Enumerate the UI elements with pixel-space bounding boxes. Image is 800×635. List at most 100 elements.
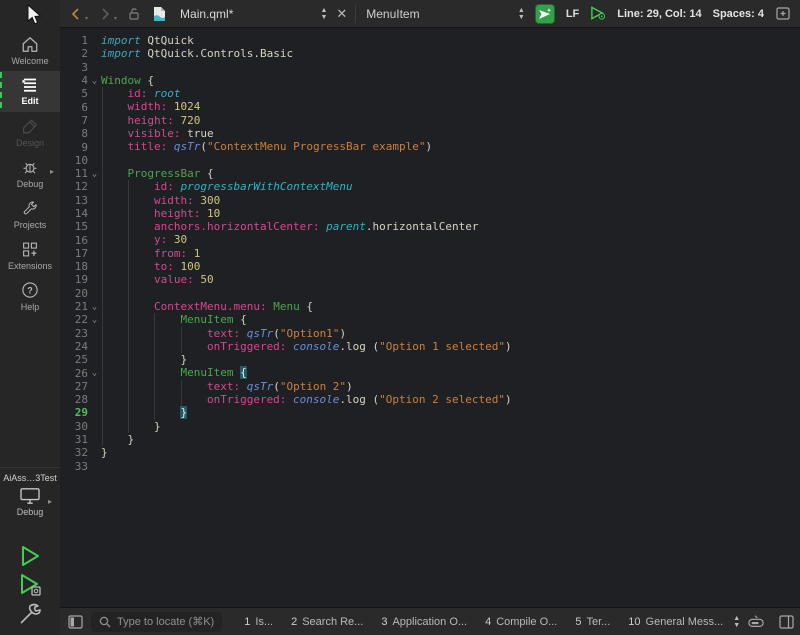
code-line[interactable] bbox=[101, 460, 800, 473]
code-line[interactable]: height: 10 bbox=[101, 207, 800, 220]
line-ending-indicator[interactable]: LF bbox=[566, 8, 579, 20]
code-line[interactable]: } bbox=[101, 433, 800, 446]
code-line[interactable]: } bbox=[101, 420, 800, 433]
code-line[interactable]: } bbox=[101, 406, 800, 419]
locator-field[interactable]: Type to locate (⌘K) bbox=[91, 612, 222, 632]
gutter-line[interactable]: 12 bbox=[60, 180, 101, 193]
code-line[interactable]: Window { bbox=[101, 74, 800, 87]
debug-submenu-arrow[interactable]: ▸ bbox=[50, 167, 54, 176]
code-editor[interactable]: 1234⌄567891011⌄12131415161718192021⌄22⌄2… bbox=[60, 29, 800, 607]
output-panes-dropdown[interactable]: ▲▼ bbox=[733, 615, 740, 629]
gutter-line[interactable]: 5 bbox=[60, 87, 101, 100]
gutter-line[interactable]: 31 bbox=[60, 433, 101, 446]
code-line[interactable]: import QtQuick.Controls.Basic bbox=[101, 47, 800, 60]
output-popup-icon[interactable] bbox=[748, 614, 764, 630]
gutter-line[interactable]: 27 bbox=[60, 380, 101, 393]
gutter-line[interactable]: 1 bbox=[60, 34, 101, 47]
sidebar-item-edit[interactable]: Edit bbox=[0, 71, 60, 112]
indentation-indicator[interactable]: Spaces: 4 bbox=[713, 8, 764, 20]
gutter-line[interactable]: 17 bbox=[60, 247, 101, 260]
code-line[interactable]: id: progressbarWithContextMenu bbox=[101, 180, 800, 193]
tab-application-output[interactable]: 3Application O... bbox=[381, 616, 467, 628]
split-editor-icon[interactable] bbox=[775, 6, 791, 22]
code-line[interactable]: ProgressBar { bbox=[101, 167, 800, 180]
gutter-line[interactable]: 13 bbox=[60, 194, 101, 207]
document-dropdown-button[interactable]: ▲▼ bbox=[320, 7, 327, 21]
gutter-line[interactable]: 29 bbox=[60, 406, 101, 419]
gutter-line[interactable]: 14 bbox=[60, 207, 101, 220]
gutter-line[interactable]: 25 bbox=[60, 353, 101, 366]
gutter-line[interactable]: 15 bbox=[60, 220, 101, 233]
code-line[interactable] bbox=[101, 154, 800, 167]
gutter-line[interactable]: 30 bbox=[60, 420, 101, 433]
build-button[interactable] bbox=[0, 601, 60, 627]
lock-icon[interactable] bbox=[126, 6, 142, 22]
gutter-line[interactable]: 22⌄ bbox=[60, 313, 101, 326]
gutter-line[interactable]: 3 bbox=[60, 61, 101, 74]
close-document-icon[interactable]: ✕ bbox=[336, 6, 347, 22]
gutter-line[interactable]: 10 bbox=[60, 154, 101, 167]
gutter-line[interactable]: 33 bbox=[60, 460, 101, 473]
fold-marker-icon[interactable]: ⌄ bbox=[88, 76, 101, 86]
gutter-line[interactable]: 20 bbox=[60, 287, 101, 300]
forward-button[interactable]: ▾ bbox=[97, 6, 117, 22]
code-line[interactable]: anchors.horizontalCenter: parent.horizon… bbox=[101, 220, 800, 233]
gutter-line[interactable]: 8 bbox=[60, 127, 101, 140]
code-line[interactable] bbox=[101, 61, 800, 74]
code-line[interactable]: onTriggered: console.log ("Option 2 sele… bbox=[101, 393, 800, 406]
symbol-selector[interactable]: MenuItem ▲▼ bbox=[356, 0, 535, 27]
gutter-line[interactable]: 24 bbox=[60, 340, 101, 353]
code-line[interactable]: text: qsTr("Option1") bbox=[101, 327, 800, 340]
ai-assistant-button[interactable] bbox=[535, 4, 555, 24]
gutter-line[interactable]: 26⌄ bbox=[60, 366, 101, 379]
qml-preview-icon[interactable] bbox=[590, 6, 606, 22]
code-line[interactable]: width: 1024 bbox=[101, 100, 800, 113]
code-line[interactable]: to: 100 bbox=[101, 260, 800, 273]
code-line[interactable]: id: root bbox=[101, 87, 800, 100]
gutter-line[interactable]: 19 bbox=[60, 273, 101, 286]
code-line[interactable]: text: qsTr("Option 2") bbox=[101, 380, 800, 393]
tab-compile-output[interactable]: 4Compile O... bbox=[485, 616, 557, 628]
gutter-line[interactable]: 4⌄ bbox=[60, 74, 101, 87]
code-line[interactable]: } bbox=[101, 353, 800, 366]
gutter-line[interactable]: 16 bbox=[60, 233, 101, 246]
kit-selector-button[interactable]: Debug ▸ bbox=[0, 487, 60, 517]
right-sidebar-toggle-icon[interactable] bbox=[778, 614, 794, 630]
sidebar-item-help[interactable]: ? Help bbox=[0, 276, 60, 317]
gutter-line[interactable]: 2 bbox=[60, 47, 101, 60]
fold-marker-icon[interactable]: ⌄ bbox=[88, 302, 101, 312]
code-line[interactable]: MenuItem { bbox=[101, 366, 800, 379]
tab-search-results[interactable]: 2Search Re... bbox=[291, 616, 363, 628]
gutter-line[interactable]: 23 bbox=[60, 327, 101, 340]
tab-general-messages[interactable]: 10General Mess... bbox=[628, 616, 723, 628]
sidebar-item-extensions[interactable]: Extensions bbox=[0, 235, 60, 276]
code-line[interactable]: MenuItem { bbox=[101, 313, 800, 326]
code-line[interactable]: visible: true bbox=[101, 127, 800, 140]
code-line[interactable]: y: 30 bbox=[101, 233, 800, 246]
open-file-name[interactable]: Main.qml* bbox=[180, 7, 233, 21]
tab-issues[interactable]: 1Is... bbox=[244, 616, 273, 628]
sidebar-item-debug[interactable]: Debug ▸ bbox=[0, 153, 60, 194]
gutter-line[interactable]: 18 bbox=[60, 260, 101, 273]
gutter-line[interactable]: 9 bbox=[60, 140, 101, 153]
gutter-line[interactable]: 32 bbox=[60, 446, 101, 459]
fold-marker-icon[interactable]: ⌄ bbox=[88, 368, 101, 378]
back-button[interactable]: ▾ bbox=[68, 6, 88, 22]
cursor-position-indicator[interactable]: Line: 29, Col: 14 bbox=[617, 8, 701, 20]
sidebar-item-projects[interactable]: Projects bbox=[0, 194, 60, 235]
active-project-label[interactable]: AiAss…3Test bbox=[0, 473, 60, 483]
fold-marker-icon[interactable]: ⌄ bbox=[88, 169, 101, 179]
code-line[interactable]: width: 300 bbox=[101, 194, 800, 207]
code-line[interactable]: height: 720 bbox=[101, 114, 800, 127]
code-line[interactable]: ContextMenu.menu: Menu { bbox=[101, 300, 800, 313]
code-line[interactable]: value: 50 bbox=[101, 273, 800, 286]
code-line[interactable]: from: 1 bbox=[101, 247, 800, 260]
gutter-line[interactable]: 6 bbox=[60, 100, 101, 113]
code-line[interactable]: import QtQuick bbox=[101, 34, 800, 47]
gutter-line[interactable]: 21⌄ bbox=[60, 300, 101, 313]
code-line[interactable] bbox=[101, 287, 800, 300]
gutter-line[interactable]: 28 bbox=[60, 393, 101, 406]
gutter-line[interactable]: 7 bbox=[60, 114, 101, 127]
code-line[interactable]: } bbox=[101, 446, 800, 459]
tab-terminal[interactable]: 5Ter... bbox=[575, 616, 610, 628]
